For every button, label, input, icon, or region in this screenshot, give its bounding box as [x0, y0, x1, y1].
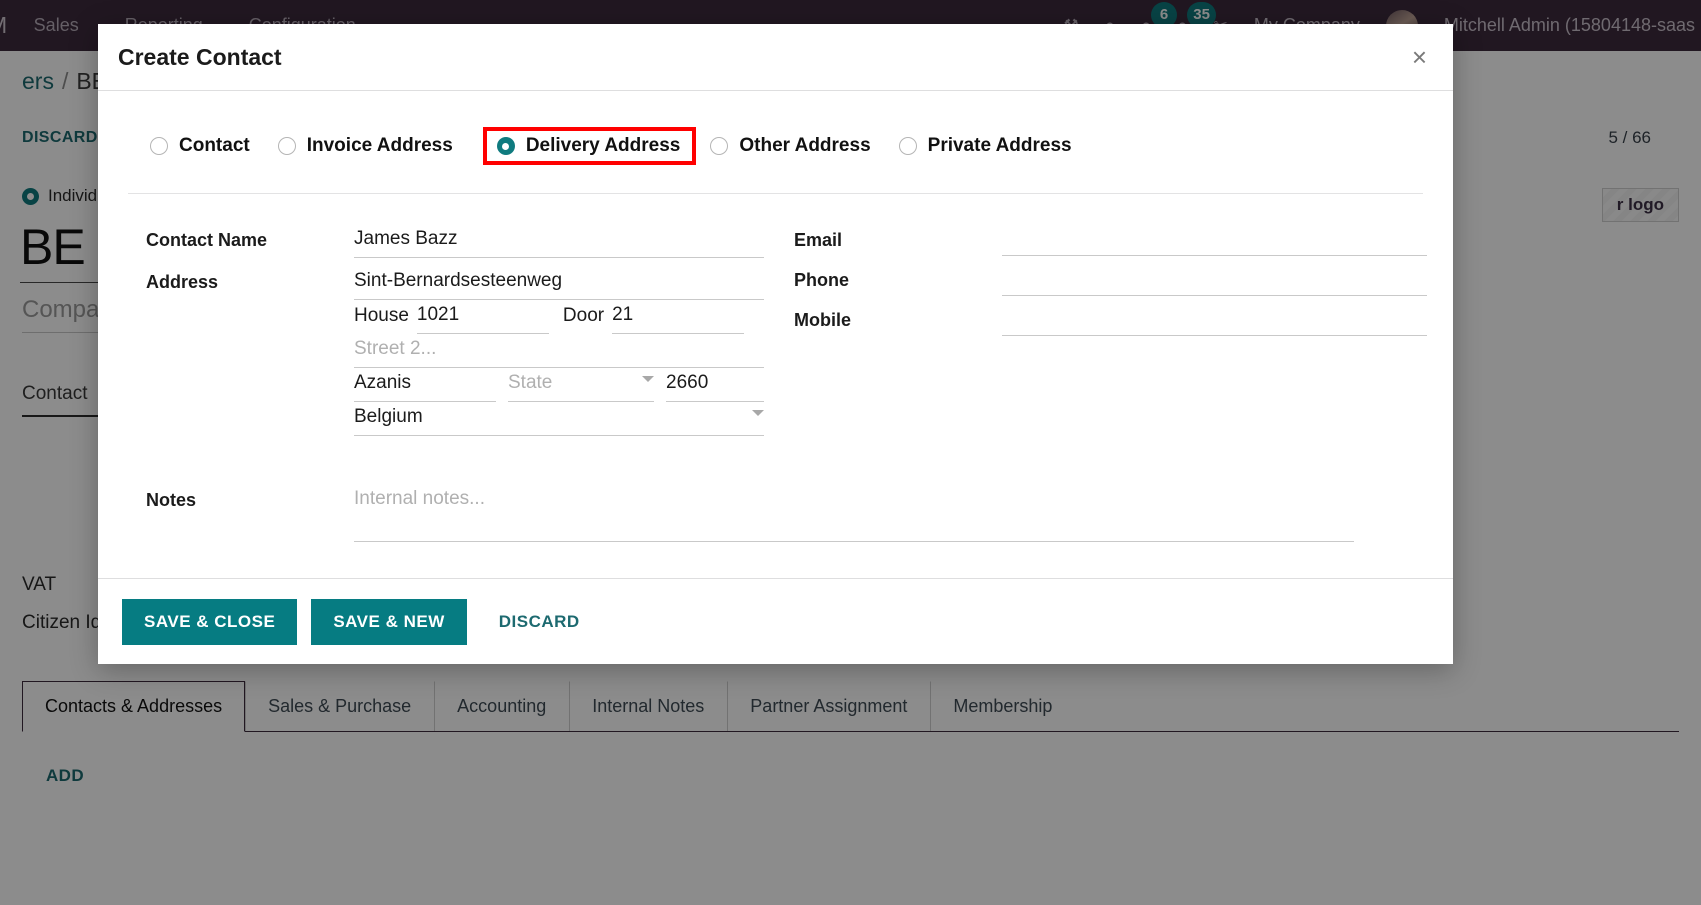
notes-label: Notes	[146, 490, 197, 510]
radio-label: Private Address	[927, 135, 1072, 156]
save-and-new-button[interactable]: SAVE & NEW	[311, 598, 467, 645]
chevron-down-icon	[642, 376, 654, 382]
radio-icon	[898, 137, 917, 155]
field-address: Address Sint-Bernardsesteenweg House 102…	[146, 266, 764, 436]
radio-option-contact[interactable]: Contact	[150, 135, 250, 157]
country-select[interactable]: Belgium	[354, 402, 764, 436]
email-input[interactable]	[1002, 224, 1427, 256]
city-state-zip-row: Azanis State 2660	[354, 368, 764, 402]
radio-option-other-address[interactable]: Other Address	[710, 135, 871, 157]
email-label: Email	[794, 230, 843, 250]
radio-icon	[710, 137, 729, 155]
phone-label: Phone	[794, 270, 850, 290]
street2-input[interactable]: Street 2...	[354, 334, 764, 368]
door-label: Door	[562, 305, 605, 326]
country-value: Belgium	[354, 406, 423, 427]
radio-selected-icon	[496, 137, 515, 155]
zip-input[interactable]: 2660	[666, 368, 764, 402]
chevron-down-icon	[752, 410, 764, 416]
house-door-row: House 1021 Door 21	[354, 300, 764, 334]
contact-name-input[interactable]: James Bazz	[354, 224, 764, 258]
house-input[interactable]: 1021	[416, 300, 549, 334]
state-placeholder: State	[508, 372, 553, 393]
radio-icon	[277, 137, 296, 155]
radio-label: Invoice Address	[306, 135, 453, 156]
form-column-left: Contact Name James Bazz Address Sint-Ber…	[124, 224, 764, 444]
field-contact-name: Contact Name James Bazz	[146, 224, 764, 258]
form-column-right: Email Phone Mobile	[764, 224, 1427, 444]
mobile-label: Mobile	[794, 310, 851, 330]
mobile-input[interactable]	[1002, 304, 1427, 336]
radio-label: Other Address	[739, 135, 871, 156]
door-input[interactable]: 21	[612, 300, 745, 334]
radio-label: Contact	[179, 135, 250, 156]
address-label: Address	[146, 272, 219, 292]
dialog-header: Create Contact ×	[98, 24, 1453, 91]
radio-label: Delivery Address	[525, 135, 681, 156]
field-mobile: Mobile	[794, 304, 1427, 336]
contact-name-label: Contact Name	[146, 230, 268, 250]
field-email: Email	[794, 224, 1427, 256]
dialog-title: Create Contact	[118, 43, 282, 70]
contact-form: Contact Name James Bazz Address Sint-Ber…	[124, 194, 1427, 444]
street-input[interactable]: Sint-Bernardsesteenweg	[354, 266, 764, 300]
city-input[interactable]: Azanis	[354, 368, 496, 402]
phone-input[interactable]	[1002, 264, 1427, 296]
field-phone: Phone	[794, 264, 1427, 296]
house-label: House	[354, 305, 409, 326]
save-and-close-button[interactable]: SAVE & CLOSE	[122, 598, 298, 645]
radio-icon	[150, 137, 168, 155]
notes-textarea[interactable]: Internal notes...	[354, 484, 1354, 542]
dialog-footer: SAVE & CLOSE SAVE & NEW DISCARD	[98, 578, 1453, 664]
radio-option-private-address[interactable]: Private Address	[898, 135, 1072, 157]
field-notes: Notes Internal notes...	[124, 484, 1427, 542]
radio-option-invoice-address[interactable]: Invoice Address	[277, 135, 453, 157]
dialog-discard-button[interactable]: DISCARD	[481, 599, 598, 645]
radio-option-delivery-address[interactable]: Delivery Address	[482, 127, 697, 165]
state-select[interactable]: State	[508, 368, 654, 402]
create-contact-dialog: Create Contact × Contact Invoice Address…	[98, 24, 1453, 664]
close-icon[interactable]: ×	[1412, 44, 1427, 70]
address-type-radio-group: Contact Invoice Address Delivery Address…	[128, 91, 1423, 194]
dialog-body: Contact Invoice Address Delivery Address…	[98, 91, 1453, 578]
